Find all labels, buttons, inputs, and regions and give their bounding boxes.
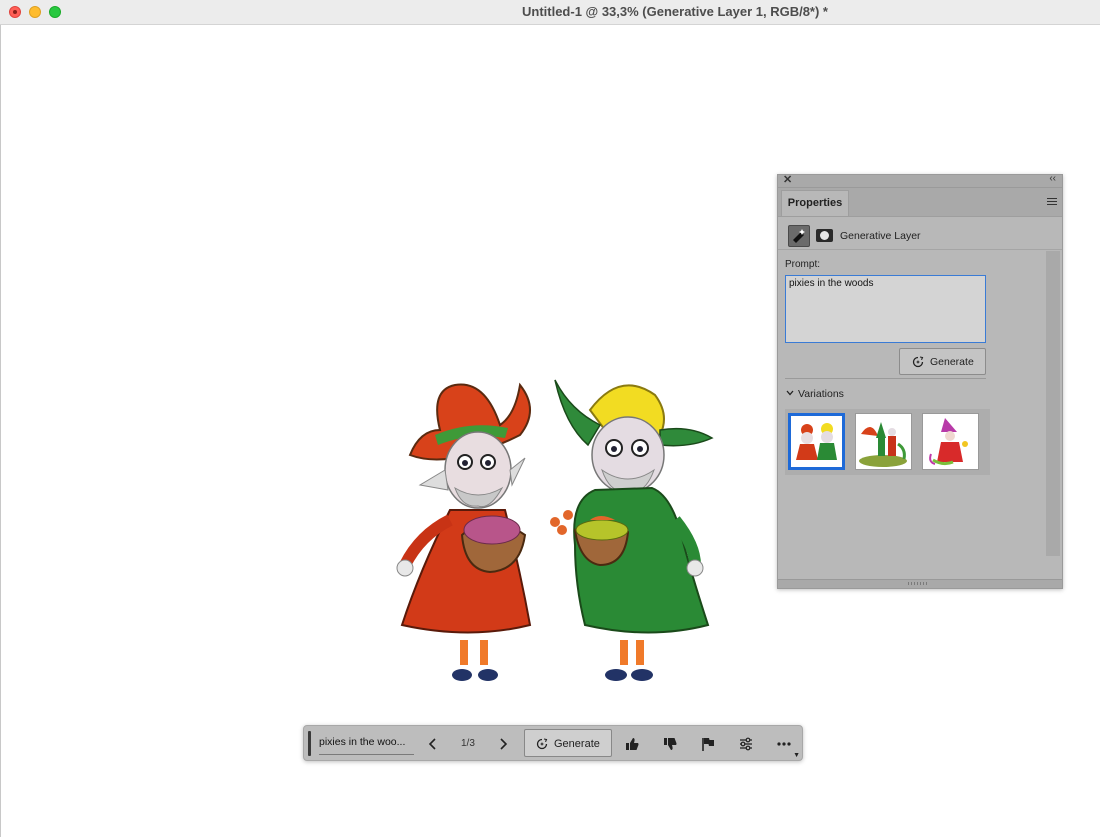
divider: [785, 378, 986, 379]
layer-type-label: Generative Layer: [840, 230, 921, 242]
caret-down-icon[interactable]: ▼: [793, 752, 800, 759]
collapse-icon[interactable]: ‹‹: [1049, 173, 1056, 184]
contextual-task-bar: pixies in the woo... 1/3 Generate ▼: [303, 725, 803, 761]
variation-thumbnail-1[interactable]: [788, 413, 845, 470]
taskbar-prompt-input[interactable]: pixies in the woo...: [319, 736, 414, 755]
panel-scrollbar[interactable]: [1046, 251, 1060, 556]
regenerate-icon: [912, 356, 924, 368]
variation-counter: 1/3: [461, 738, 475, 749]
prompt-label: Prompt:: [785, 259, 821, 270]
generated-artwork[interactable]: [390, 370, 720, 700]
flag-icon[interactable]: [700, 736, 716, 752]
red-pixie: [396, 382, 532, 681]
resize-grip-icon[interactable]: [908, 582, 928, 585]
generative-layer-icon: [788, 225, 810, 247]
layer-type-row: Generative Layer: [778, 217, 1062, 250]
variations-grid: [785, 409, 990, 475]
variations-label[interactable]: Variations: [798, 388, 844, 400]
panel-tab-row: Properties: [778, 188, 1062, 217]
panel-menu-icon[interactable]: [1047, 198, 1057, 206]
chevron-down-icon[interactable]: [786, 389, 794, 397]
tab-properties[interactable]: Properties: [781, 190, 849, 216]
variation-thumbnail-2[interactable]: [855, 413, 912, 470]
panel-resize-bar[interactable]: [778, 579, 1062, 588]
variation-thumbnail-3[interactable]: [922, 413, 979, 470]
generate-button[interactable]: Generate: [899, 348, 986, 375]
chevron-left-icon[interactable]: [425, 736, 441, 752]
title-bar: Untitled-1 @ 33,3% (Generative Layer 1, …: [0, 0, 1100, 25]
mask-icon: [816, 229, 833, 242]
thumbs-down-icon[interactable]: [662, 736, 678, 752]
taskbar-generate-button[interactable]: Generate: [524, 729, 612, 757]
canvas-edge: [0, 25, 1, 837]
close-icon[interactable]: ✕: [783, 173, 792, 186]
more-icon[interactable]: [776, 736, 792, 752]
taskbar-generate-label: Generate: [554, 738, 600, 750]
prompt-input[interactable]: pixies in the woods: [785, 275, 986, 343]
chevron-right-icon[interactable]: [495, 736, 511, 752]
settings-sliders-icon[interactable]: [738, 736, 754, 752]
generate-button-label: Generate: [930, 356, 974, 368]
drag-handle[interactable]: [308, 731, 311, 756]
thumbs-up-icon[interactable]: [624, 736, 640, 752]
green-pixie: [550, 379, 714, 681]
properties-panel: ✕ ‹‹ Properties Generative Layer Prompt:…: [777, 173, 1063, 589]
regenerate-icon: [536, 738, 548, 750]
window-title: Untitled-1 @ 33,3% (Generative Layer 1, …: [521, 4, 828, 19]
panel-header-bar: ✕ ‹‹: [778, 173, 1062, 188]
